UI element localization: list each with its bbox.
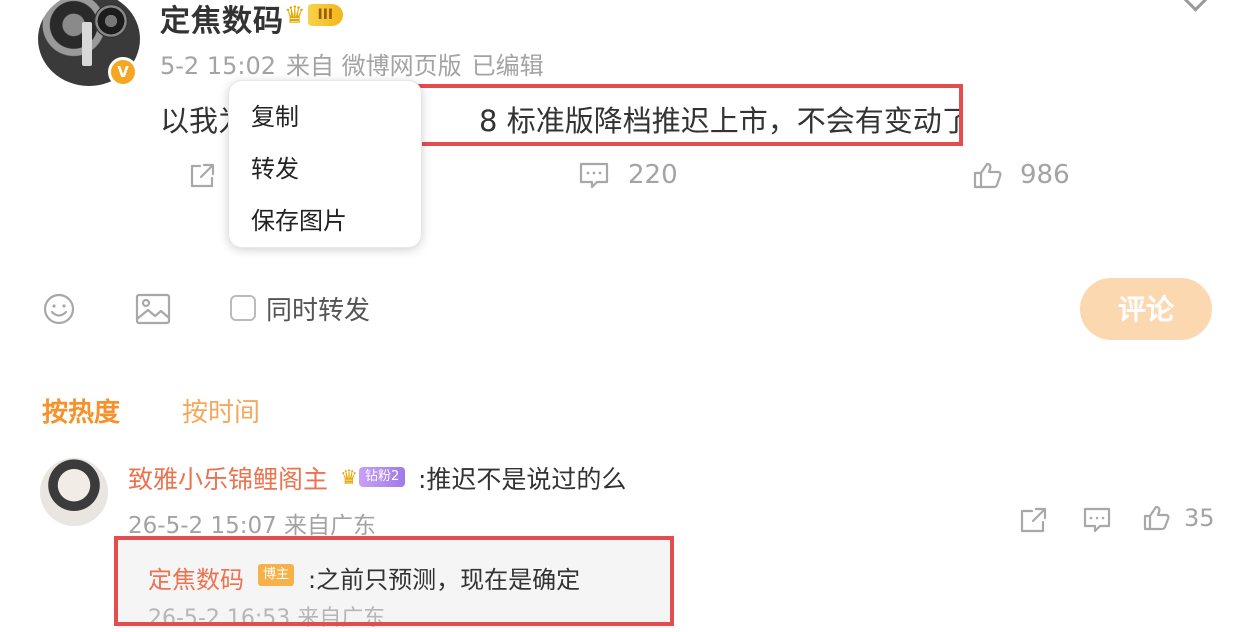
commenter-avatar[interactable]: [40, 458, 108, 526]
post-meta: 5-2 15:02 来自 微博网页版 已编辑: [160, 46, 554, 81]
menu-item-save-image[interactable]: 保存图片: [251, 201, 347, 236]
repost-label[interactable]: 同时转发: [266, 290, 370, 327]
verified-icon: V: [108, 57, 138, 87]
thumbs-up-icon: [973, 162, 1002, 189]
repost-checkbox[interactable]: [230, 295, 256, 321]
comment-action[interactable]: 220: [578, 160, 678, 190]
comment-reply-icon[interactable]: [1082, 506, 1112, 534]
comment-count: 220: [628, 160, 678, 190]
comment-like-count: 35: [1184, 504, 1215, 532]
comment-icon: [579, 162, 609, 189]
post-author-name[interactable]: 定焦数码: [160, 0, 284, 40]
post-time: 5-2 15:02: [160, 52, 276, 80]
vip-level: III: [307, 4, 344, 26]
like-action[interactable]: 986: [972, 160, 1070, 190]
fan-level: 钻粉2: [358, 467, 406, 487]
tab-sort-hot[interactable]: 按热度: [42, 392, 120, 429]
share-icon[interactable]: [186, 160, 216, 190]
vip-badge[interactable]: ♛ III: [284, 1, 344, 29]
commenter-name[interactable]: 致雅小乐锦鲤阁主: [128, 460, 328, 496]
post-edited: 已编辑: [471, 52, 544, 80]
crown-icon: ♛: [284, 1, 306, 29]
fan-badge[interactable]: ♛ 钻粉2: [340, 464, 406, 490]
crown-icon: ♛: [340, 465, 358, 489]
avatar-lens: [94, 4, 128, 38]
image-icon[interactable]: [134, 292, 172, 326]
post-source[interactable]: 来自 微博网页版: [286, 52, 462, 80]
highlight-box: [114, 536, 674, 626]
tab-sort-time[interactable]: 按时间: [182, 392, 260, 429]
highlight-box: [416, 84, 963, 146]
comment-submit-button[interactable]: 评论: [1080, 278, 1212, 340]
like-count: 986: [1020, 160, 1070, 190]
comment-share-icon[interactable]: [1018, 506, 1048, 534]
context-menu: 复制 转发 保存图片: [228, 80, 422, 248]
comment-text: :推迟不是说过的么: [418, 465, 627, 494]
avatar-detail: [82, 22, 92, 66]
emoji-icon[interactable]: [42, 292, 76, 326]
menu-item-copy[interactable]: 复制: [251, 97, 299, 132]
comment-like[interactable]: 35: [1142, 504, 1215, 532]
chevron-down-icon[interactable]: [1179, 0, 1212, 12]
thumbs-up-icon: [1143, 505, 1170, 531]
comment-meta: 26-5-2 15:07 来自广东: [128, 513, 377, 539]
menu-item-forward[interactable]: 转发: [251, 149, 299, 184]
